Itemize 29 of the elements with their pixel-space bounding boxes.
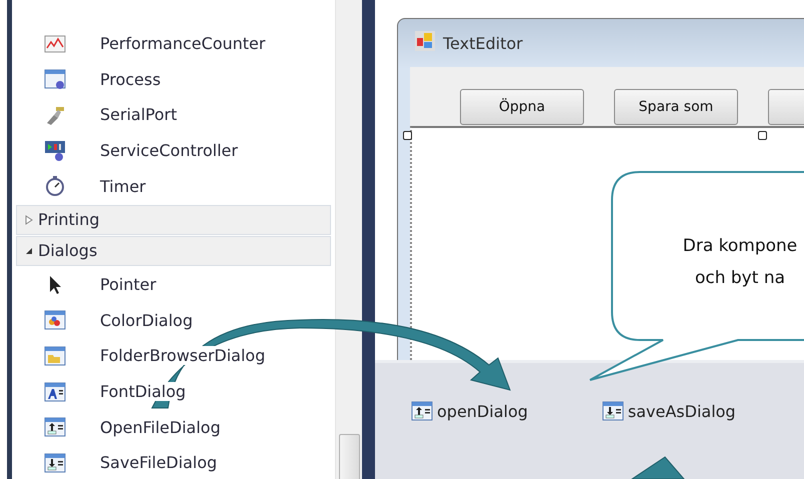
form-button[interactable]: Spara som [614,89,738,125]
collapsed-triangle-icon [25,214,33,225]
component-label[interactable]: openDialog [437,402,528,420]
save-file-dialog-icon [602,400,624,422]
selection-handle[interactable] [403,131,412,140]
group-label: Printing [38,210,100,230]
app-icon [415,31,435,51]
up-arrow [630,456,686,479]
scrollbar-thumb[interactable] [339,434,360,479]
callout-text: Dra kompone [682,235,798,258]
open-file-dialog-icon [411,400,433,422]
expanded-triangle-icon [25,246,33,255]
color-dialog-icon [44,309,66,332]
font-dialog-icon [44,380,66,403]
line-chart-icon [44,32,66,55]
save-file-dialog-icon [44,452,66,474]
callout-text: och byt na [694,267,786,290]
form-button[interactable]: Öppna [460,89,584,125]
toolbox-group-header[interactable]: Printing [16,204,331,235]
toolbox-item[interactable]: OpenFileDialog [98,418,222,437]
component-label[interactable]: saveAsDialog [628,402,736,420]
open-file-dialog-icon [44,416,66,438]
scrollbar[interactable] [335,0,362,479]
window-title: TextEditor [443,34,523,52]
toolbox-group-header[interactable]: Dialogs [16,236,331,266]
stopwatch-icon [44,175,66,198]
selection-handle[interactable] [758,131,767,140]
group-label: Dialogs [38,241,98,260]
folder-dialog-icon [44,344,66,367]
